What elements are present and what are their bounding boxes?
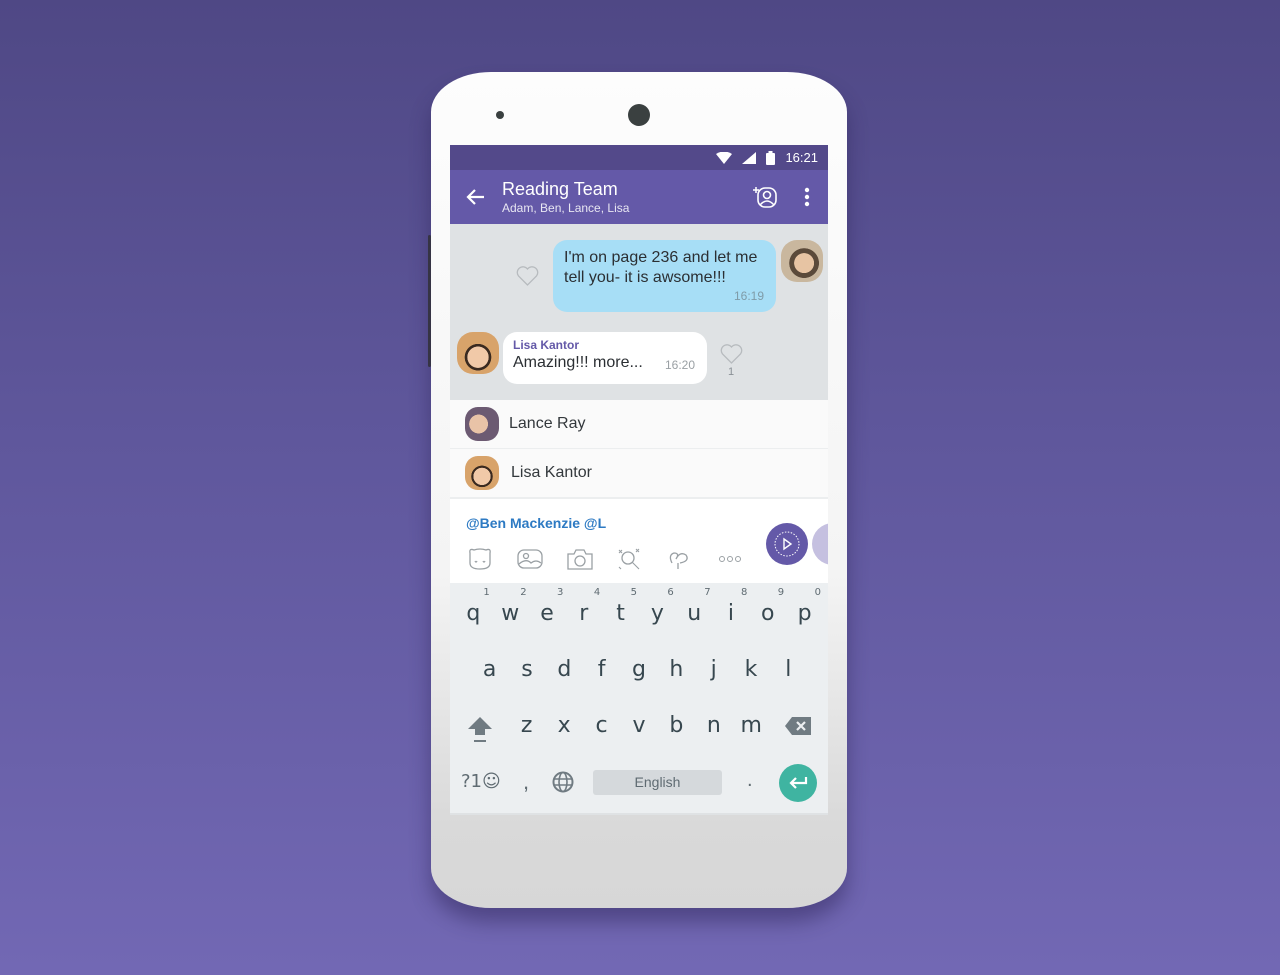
keyboard-row-1: q1 w2 e3 r4 t5 y6 u7 i8 o9 p0 [450,587,828,626]
doodle-icon[interactable] [614,544,646,574]
like-heart-icon[interactable] [516,266,539,286]
key-y[interactable]: y6 [639,587,676,626]
key-u[interactable]: u7 [676,587,713,626]
message-composer: @Ben Mackenzie @L [450,498,828,583]
add-participant-button[interactable] [744,170,786,224]
message-input[interactable]: @Ben Mackenzie @L [466,515,606,531]
key-z[interactable]: z [508,713,545,738]
like-count: 1 [728,366,735,378]
key-s[interactable]: s [508,657,545,682]
more-icon[interactable] [714,544,746,574]
avatar-lisa-kantor[interactable] [457,332,499,374]
more-options-icon [804,187,810,207]
avatar-lisa-kantor [465,456,499,490]
key-b[interactable]: b [658,713,695,738]
app-bar: Reading Team Adam, Ben, Lance, Lisa [450,170,828,224]
key-w[interactable]: w2 [492,587,529,626]
mention-suggestions: Lance Ray Lisa Kantor [450,400,828,498]
incoming-message[interactable]: Lisa Kantor Amazing!!! more... 16:20 [503,332,707,384]
like-heart-icon[interactable] [720,344,743,364]
key-t[interactable]: t5 [602,587,639,626]
key-p[interactable]: p0 [786,587,823,626]
back-arrow-icon [466,189,484,205]
key-x[interactable]: x [545,713,582,738]
key-r[interactable]: r4 [565,587,602,626]
key-j[interactable]: j [695,657,732,682]
key-d[interactable]: d [546,657,583,682]
key-a[interactable]: a [471,657,508,682]
mention-name: Lance Ray [509,415,586,432]
secondary-action-button[interactable] [812,523,828,565]
message-text-line2: tell you- it is awsome!!! [564,269,726,286]
conversation-title: Reading Team [502,179,618,199]
globe-icon [552,771,574,793]
battery-icon [766,150,776,165]
gallery-icon[interactable] [514,544,546,574]
backspace-icon [785,717,811,735]
backspace-key[interactable] [784,716,812,741]
proximity-sensor [496,111,504,119]
composer-toolbar [464,544,746,574]
conversation-header[interactable]: Reading Team Adam, Ben, Lance, Lisa [502,179,744,215]
outgoing-message[interactable]: I'm on page 236 and let me tell you- it … [553,240,776,312]
symbols-key[interactable]: ?1☺ [461,771,501,792]
keyboard-row-3: z x c v b n m [450,713,828,738]
send-button[interactable] [766,523,808,565]
key-f[interactable]: f [583,657,620,682]
message-time: 16:19 [733,289,764,303]
key-e[interactable]: e3 [529,587,566,626]
enter-key[interactable] [779,764,817,802]
gif-icon[interactable] [664,544,696,574]
wifi-icon [716,151,733,164]
back-button[interactable] [450,170,502,224]
shift-icon [468,717,492,742]
mention-name: Lisa Kantor [511,464,592,481]
keyboard: q1 w2 e3 r4 t5 y6 u7 i8 o9 p0 a s d f g … [450,583,828,813]
signal-icon [742,151,757,164]
screen: 16:21 Reading Team Adam, Ben, Lance, Lis… [450,145,828,815]
key-l[interactable]: l [770,657,807,682]
space-key[interactable]: English [593,770,722,795]
camera-icon[interactable] [564,544,596,574]
shift-key[interactable] [466,715,494,750]
key-h[interactable]: h [658,657,695,682]
message-text-line1: I'm on page 236 and let me [564,249,758,266]
avatar-lance-ray [465,407,499,441]
status-bar: 16:21 [450,145,828,170]
key-g[interactable]: g [620,657,657,682]
enter-icon [789,777,808,789]
add-participant-icon [753,187,777,208]
key-q[interactable]: q1 [455,587,492,626]
key-m[interactable]: m [733,713,770,738]
status-time: 16:21 [785,150,818,165]
avatar-self[interactable] [781,240,823,282]
keyboard-row-2: a s d f g h j k l [450,657,828,682]
mention-item[interactable]: Lance Ray [450,400,828,449]
period-key[interactable]: . [747,769,753,792]
key-n[interactable]: n [695,713,732,738]
mention-item[interactable]: Lisa Kantor [450,449,828,498]
sticker-icon[interactable] [464,544,496,574]
more-options-button[interactable] [786,170,828,224]
key-i[interactable]: i8 [713,587,750,626]
key-k[interactable]: k [732,657,769,682]
key-v[interactable]: v [620,713,657,738]
language-key[interactable] [552,771,574,798]
key-o[interactable]: o9 [749,587,786,626]
front-camera [628,104,650,126]
chat-area: I'm on page 236 and let me tell you- it … [450,224,828,400]
comma-key[interactable]: , [523,769,529,795]
send-icon [774,531,800,557]
participants-list: Adam, Ben, Lance, Lisa [502,201,630,215]
message-time: 16:20 [664,358,695,372]
key-c[interactable]: c [583,713,620,738]
message-sender: Lisa Kantor [513,338,580,352]
